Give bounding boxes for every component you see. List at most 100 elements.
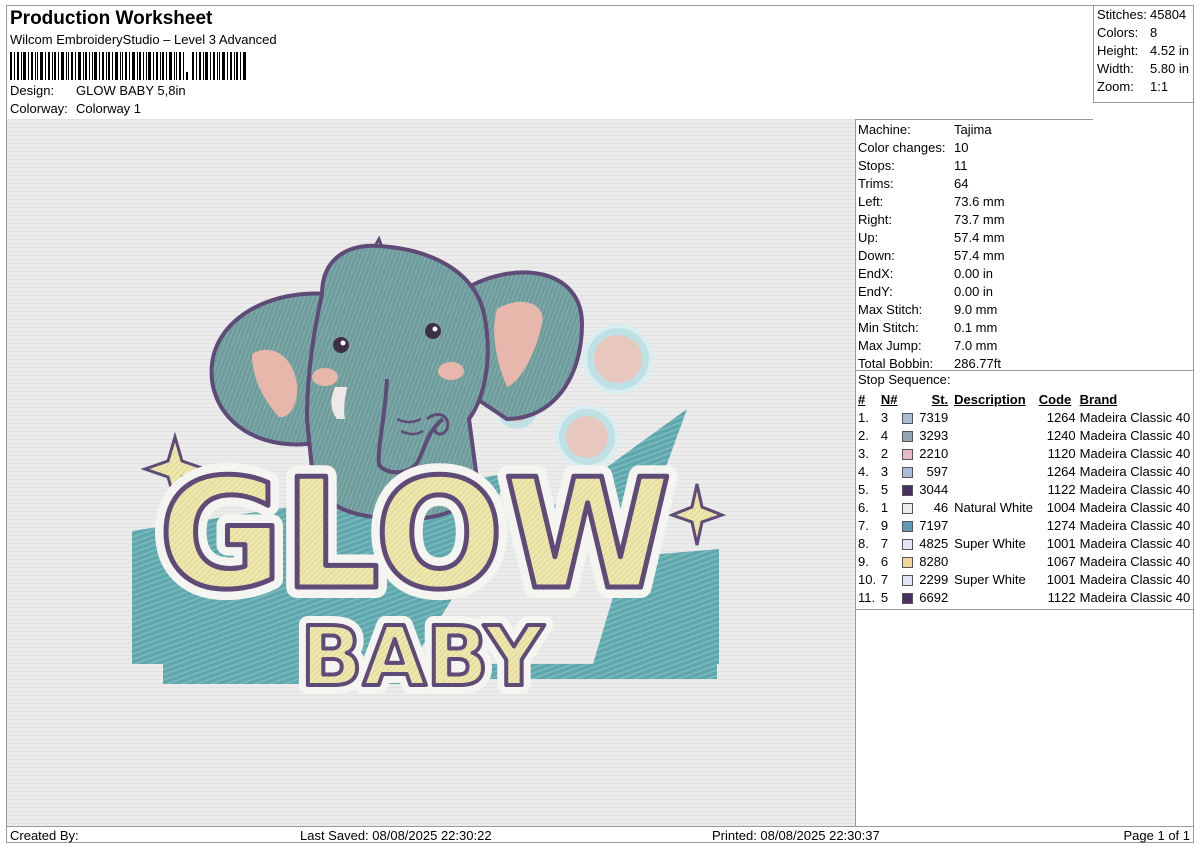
stop-num: 9. [858,554,869,569]
stop-code: 1004 [1046,500,1076,515]
col-brand: Brand [1079,392,1118,407]
stop-sequence-table: # N# St. Description Code Brand 1. 3 7319 1… [855,391,1193,607]
stop-brand: Madeira Classic 40 [1079,446,1191,461]
col-swatch [902,391,915,409]
design-row: Design: GLOW BABY 5,8in [10,83,186,98]
stop-stitches: 7319 [919,410,949,425]
stop-num: 7. [858,518,869,533]
machine-info-panel: Machine: Tajima Color changes: 10 Stops: 11 Tr… [855,119,1193,826]
summary-height: Height: 4.52 in [1097,43,1189,58]
col-stitches: St. [931,392,949,407]
stop-num: 11. [858,590,876,605]
stop-sequence-header: # N# St. Description Code Brand [855,391,1193,409]
stop-code: 1264 [1046,410,1076,425]
machine-param-label: Left: [858,194,884,209]
colorway-value: Colorway 1 [76,101,142,116]
machine-param-label: Max Jump: [858,338,922,353]
stop-stitches: 2299 [919,572,949,587]
machine-param-value: Tajima [954,122,992,137]
printed-date: Printed: 08/08/2025 22:30:37 [712,828,880,843]
machine-param-row: Stops: 11 [858,157,968,175]
machine-param-row: Up: 57.4 mm [858,229,1005,247]
machine-param-row: Down: 57.4 mm [858,247,1005,265]
embroidery-design-image: GLOW GLOW BABY BABY [7,119,855,826]
color-swatch [901,553,915,571]
color-swatch [901,589,915,607]
stop-stitches: 2210 [919,446,949,461]
stop-needle: 6 [880,554,889,569]
summary-stitches: Stitches: 45804 [1097,7,1186,22]
machine-param-label: Trims: [858,176,894,191]
stop-description [954,517,1039,535]
stop-stitches: 8280 [919,554,949,569]
color-swatch [901,499,915,517]
summary-width: Width: 5.80 in [1097,61,1189,76]
machine-param-label: EndX: [858,266,894,281]
stop-description [954,463,1039,481]
stop-needle: 9 [880,518,889,533]
stop-brand: Madeira Classic 40 [1079,518,1191,533]
stop-brand: Madeira Classic 40 [1079,572,1191,587]
machine-param-row: Min Stitch: 0.1 mm [858,319,997,337]
stop-description: Super White [954,572,1026,587]
stop-stitches: 597 [926,464,949,479]
col-code: Code [1038,392,1072,407]
design-value: GLOW BABY 5,8in [76,83,186,98]
machine-param-row: Color changes: 10 [858,139,968,157]
stop-stitches: 6692 [919,590,949,605]
stop-needle: 3 [880,410,889,425]
stop-stitches: 4825 [919,536,949,551]
stop-description [954,553,1039,571]
stop-code: 1001 [1046,536,1076,551]
stop-row: 11. 5 6692 1122 Madeira Classic 40 [855,589,1193,607]
thread-color-icon [901,575,913,587]
machine-param-value: 57.4 mm [954,248,1005,263]
height-value: 4.52 in [1150,43,1190,58]
stop-description [954,445,1039,463]
design-label: Design: [10,83,55,98]
machine-param-row: Left: 73.6 mm [858,193,1005,211]
thread-color-icon [901,539,913,551]
color-swatch [901,463,915,481]
page-number: Page 1 of 1 [1123,828,1191,843]
last-saved: Last Saved: 08/08/2025 22:30:22 [300,828,492,843]
stop-stitches: 3293 [919,428,949,443]
stop-description: Super White [954,536,1026,551]
colorway-row: Colorway: Colorway 1 [10,101,141,116]
created-by: Created By: [10,828,79,843]
colors-label: Colors: [1097,25,1139,40]
worksheet-header: Production Worksheet Wilcom EmbroiderySt… [7,6,1093,120]
machine-param-value: 73.6 mm [954,194,1005,209]
color-swatch [901,535,915,553]
stop-stitches: 7197 [919,518,949,533]
stop-description [954,427,1039,445]
width-label: Width: [1097,61,1134,76]
zoom-value: 1:1 [1150,79,1169,94]
thread-color-icon [901,413,913,425]
stop-brand: Madeira Classic 40 [1079,482,1191,497]
thread-color-icon [901,503,913,515]
stop-row: 2. 4 3293 1240 Madeira Classic 40 [855,427,1193,445]
stop-stitches: 46 [933,500,949,515]
baby-text: BABY [300,610,545,705]
stop-needle: 7 [880,572,889,587]
machine-param-row: Max Stitch: 9.0 mm [858,301,997,319]
machine-param-row: Right: 73.7 mm [858,211,1005,229]
stop-brand: Madeira Classic 40 [1079,590,1191,605]
stop-brand: Madeira Classic 40 [1079,554,1191,569]
summary-box: Stitches: 45804 Colors: 8 Height: 4.52 in W… [1093,6,1194,103]
stop-row: 1. 3 7319 1264 Madeira Classic 40 [855,409,1193,427]
stop-row: 9. 6 8280 1067 Madeira Classic 40 [855,553,1193,571]
thread-color-icon [901,431,913,443]
color-swatch [901,517,915,535]
stop-row: 7. 9 7197 1274 Madeira Classic 40 [855,517,1193,535]
color-swatch [901,481,915,499]
stop-code: 1001 [1046,572,1076,587]
stop-needle: 5 [880,590,889,605]
stop-code: 1120 [1047,446,1076,461]
stop-row: 10. 7 2299 Super White 1001 Madeira Classic 4… [855,571,1193,589]
stop-num: 6. [858,500,869,515]
stop-description [954,481,1039,499]
machine-param-label: Color changes: [858,140,946,155]
machine-param-row: Max Jump: 7.0 mm [858,337,997,355]
